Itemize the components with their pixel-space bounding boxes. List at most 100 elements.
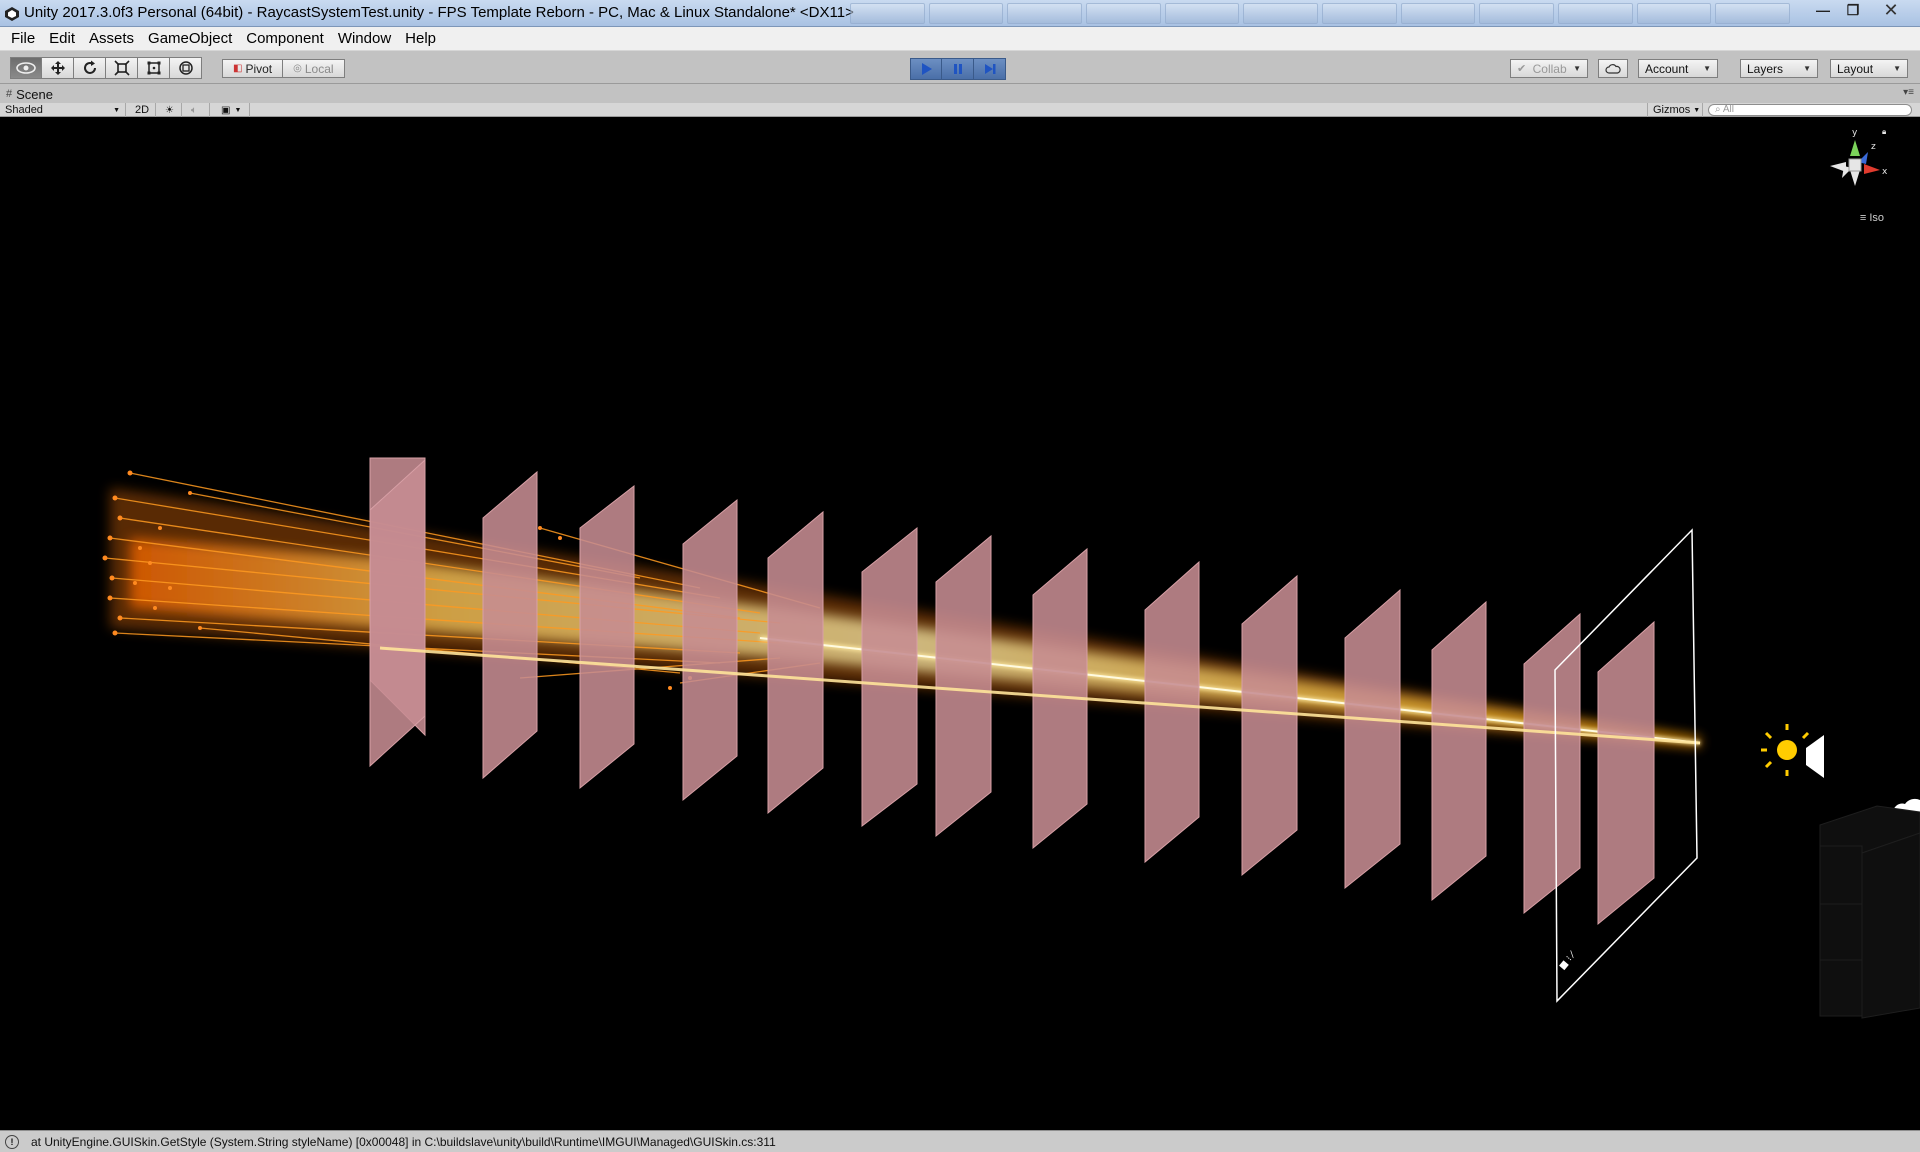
orientation-gizmo[interactable]: y z x 🔒︎ bbox=[1820, 126, 1890, 206]
grid-icon: # bbox=[6, 88, 13, 100]
toggle-2d-label: 2D bbox=[135, 104, 150, 116]
gizmo-z-label: z bbox=[1871, 142, 1876, 152]
dark-blocks bbox=[1819, 805, 1920, 1019]
scale-icon bbox=[113, 60, 130, 76]
pause-icon bbox=[953, 64, 962, 74]
layers-label: Layers bbox=[1747, 61, 1784, 76]
rect-tool-button[interactable] bbox=[138, 57, 170, 79]
speaker-icon: 🔈︎ bbox=[191, 104, 197, 116]
scene-viewport[interactable]: ■ ⁝ ⁄ y z x 🔒︎ ≡ Iso bbox=[0, 118, 1920, 1130]
projection-toggle[interactable]: ≡ Iso bbox=[1860, 212, 1884, 224]
menu-lines-icon: ≡ bbox=[1859, 212, 1867, 224]
collab-label: Collab bbox=[1532, 61, 1567, 76]
step-button[interactable] bbox=[974, 58, 1006, 80]
pivot-toggle-group: ◧ Pivot ◎ Local bbox=[222, 59, 345, 78]
menu-assets[interactable]: Assets bbox=[82, 30, 141, 47]
play-button[interactable] bbox=[910, 58, 942, 80]
maximize-button[interactable]: ❐ bbox=[1838, 0, 1868, 20]
audio-toggle[interactable]: 🔈︎ bbox=[186, 103, 210, 117]
transform-tool-button[interactable] bbox=[170, 57, 202, 79]
layout-label: Layout bbox=[1837, 61, 1874, 76]
local-label: Local bbox=[304, 61, 334, 76]
lighting-toggle[interactable]: ☀ bbox=[160, 103, 182, 117]
caret-down-icon: ▼ bbox=[234, 106, 242, 114]
minimize-button[interactable]: — bbox=[1808, 0, 1838, 20]
shading-mode-dropdown[interactable]: Shaded ▼ bbox=[0, 103, 126, 117]
scene-render[interactable]: ■ ⁝ ⁄ bbox=[0, 118, 1920, 1130]
gizmos-label: Gizmos bbox=[1653, 104, 1691, 116]
info-icon: ! bbox=[5, 1134, 19, 1149]
pivot-button[interactable]: ◧ Pivot bbox=[222, 59, 284, 78]
gizmo-x-label: x bbox=[1882, 167, 1888, 177]
menu-gameobject[interactable]: GameObject bbox=[141, 30, 239, 47]
transform-tools bbox=[10, 57, 202, 79]
caret-down-icon: ▼ bbox=[1573, 64, 1581, 73]
rect-transform-icon bbox=[147, 61, 160, 75]
account-label: Account bbox=[1645, 61, 1689, 76]
svg-text:■ ⁝ ⁄: ■ ⁝ ⁄ bbox=[1558, 949, 1579, 972]
collab-dropdown[interactable]: ✔ Collab ▼ bbox=[1510, 59, 1588, 78]
layers-dropdown[interactable]: Layers ▼ bbox=[1740, 59, 1818, 78]
effects-dropdown[interactable]: ▣ ▼ bbox=[216, 103, 250, 117]
menu-window[interactable]: Window bbox=[331, 30, 398, 47]
rotate-icon bbox=[83, 60, 96, 74]
view-tool-button[interactable] bbox=[10, 57, 42, 79]
caret-down-icon: ▼ bbox=[1893, 64, 1901, 73]
menu-bar: File Edit Assets GameObject Component Wi… bbox=[0, 27, 1920, 51]
scale-tool-button[interactable] bbox=[106, 57, 138, 79]
gizmo-y-label: y bbox=[1852, 128, 1858, 138]
gizmos-dropdown[interactable]: Gizmos ▼ bbox=[1647, 103, 1703, 117]
rotate-tool-button[interactable] bbox=[74, 57, 106, 79]
scene-toolbar: Shaded ▼ 2D ☀ 🔈︎ ▣ ▼ Gizmos ▼ ⌕ All bbox=[0, 103, 1920, 117]
main-toolbar: ◧ Pivot ◎ Local ✔ Collab ▼ Account ▼ Lay… bbox=[0, 51, 1920, 84]
tab-menu-icon[interactable]: ▾≡ bbox=[1903, 87, 1914, 98]
close-button[interactable]: ✕ bbox=[1868, 0, 1914, 20]
pivot-label: Pivot bbox=[245, 61, 273, 76]
pivot-icon: ◧ bbox=[233, 63, 243, 74]
menu-edit[interactable]: Edit bbox=[42, 30, 82, 47]
status-bar[interactable]: ! at UnityEngine.GUISkin.GetStyle (Syste… bbox=[0, 1130, 1920, 1152]
caret-down-icon: ▼ bbox=[113, 106, 120, 114]
menu-help[interactable]: Help bbox=[398, 30, 443, 47]
unity-logo-icon bbox=[5, 7, 19, 21]
caret-down-icon: ▼ bbox=[1803, 64, 1811, 73]
cloud-button[interactable] bbox=[1598, 59, 1628, 78]
eye-icon bbox=[16, 62, 36, 74]
pause-button[interactable] bbox=[942, 58, 974, 80]
tab-scene[interactable]: # Scene bbox=[6, 85, 53, 103]
playback-controls bbox=[910, 58, 1006, 80]
wireframe-label: ■ ⁝ ⁄ bbox=[1558, 949, 1579, 972]
play-icon bbox=[922, 63, 932, 75]
layout-dropdown[interactable]: Layout ▼ bbox=[1830, 59, 1908, 78]
local-button[interactable]: ◎ Local bbox=[283, 59, 345, 78]
caret-down-icon: ▼ bbox=[1703, 64, 1711, 73]
menu-file[interactable]: File bbox=[4, 30, 42, 47]
account-dropdown[interactable]: Account ▼ bbox=[1638, 59, 1718, 78]
projection-label: Iso bbox=[1869, 212, 1884, 224]
scene-tab-bar: # Scene ▾≡ bbox=[0, 84, 1920, 103]
check-icon: ✔ bbox=[1517, 63, 1527, 75]
search-icon: ⌕ bbox=[1715, 104, 1721, 115]
target-panels-fix bbox=[369, 458, 426, 768]
sun-icon: ☀ bbox=[165, 104, 174, 116]
taskbar-thumbnails bbox=[850, 3, 1791, 24]
window-title: Unity 2017.3.0f3 Personal (64bit) - Rayc… bbox=[24, 4, 854, 21]
shading-mode-label: Shaded bbox=[5, 104, 43, 116]
light-gizmo bbox=[1761, 724, 1824, 778]
scene-search-input[interactable]: ⌕ All bbox=[1708, 104, 1912, 116]
menu-component[interactable]: Component bbox=[239, 30, 331, 47]
step-icon bbox=[984, 64, 995, 74]
toggle-2d-button[interactable]: 2D bbox=[130, 103, 156, 117]
status-message: at UnityEngine.GUISkin.GetStyle (System.… bbox=[31, 1134, 776, 1149]
local-icon: ◎ bbox=[293, 63, 302, 74]
move-arrows-icon bbox=[50, 61, 65, 75]
tab-scene-label: Scene bbox=[16, 86, 53, 102]
move-tool-button[interactable] bbox=[42, 57, 74, 79]
image-icon: ▣ bbox=[221, 104, 231, 116]
title-bar: Unity 2017.3.0f3 Personal (64bit) - Rayc… bbox=[0, 0, 1920, 27]
lock-icon[interactable]: 🔒︎ bbox=[1882, 127, 1886, 136]
caret-down-icon: ▼ bbox=[1693, 106, 1701, 114]
cloud-icon bbox=[1605, 63, 1621, 74]
search-placeholder: All bbox=[1722, 104, 1734, 115]
transform-all-icon bbox=[178, 61, 193, 75]
